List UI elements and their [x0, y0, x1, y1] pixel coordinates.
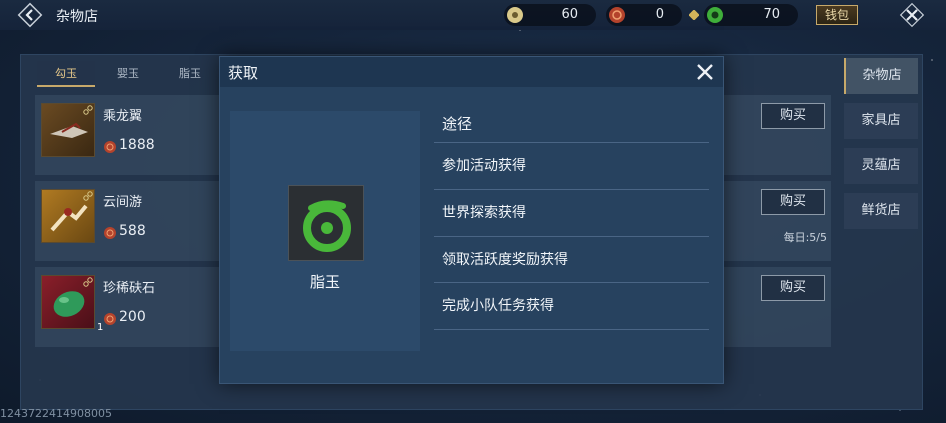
item-preview: 脂玉: [230, 111, 420, 351]
daily-limit: 每日:5/5: [783, 231, 827, 244]
source-item[interactable]: 领取活跃度奖励获得: [442, 249, 568, 269]
item-price: 200: [119, 309, 146, 325]
zhiyu-item-icon: [288, 185, 364, 261]
page-title: 杂物店: [56, 9, 98, 25]
tab-yingyu[interactable]: 婴玉: [99, 61, 157, 87]
shop-tab-sundries[interactable]: 杂物店: [844, 58, 918, 94]
shop-tab-spirit[interactable]: 灵蕴店: [844, 148, 918, 184]
item-name: 乘龙翼: [103, 109, 143, 124]
currency-value: 60: [561, 7, 578, 22]
link-icon: [83, 105, 93, 115]
link-icon: [83, 277, 93, 287]
modal-title: 获取: [228, 64, 259, 82]
source-item[interactable]: 参加活动获得: [442, 155, 526, 175]
close-icon: [697, 64, 713, 80]
currency-tabs: 勾玉 婴玉 脂玉: [37, 61, 217, 87]
add-currency-icon[interactable]: [689, 10, 699, 20]
green-jade-icon: [303, 200, 351, 252]
divider: [434, 329, 709, 330]
divider: [434, 282, 709, 283]
modal-header: 获取: [220, 57, 723, 87]
back-button[interactable]: [16, 1, 44, 29]
green-jade-icon: [707, 7, 723, 23]
currency-value: 0: [655, 7, 664, 22]
acquire-modal: 获取 脂玉 途径 参加活动获得 世界探索获得 领取活跃度奖励获得 完成小队任务获…: [219, 56, 724, 384]
currency-jade-coin: 60: [504, 4, 596, 26]
user-id: 1243722414908005: [0, 407, 112, 420]
modal-close-button[interactable]: [693, 60, 717, 84]
red-coin-icon: [104, 141, 116, 153]
red-coin-icon: [104, 227, 116, 239]
back-arrow-icon: [17, 2, 43, 28]
top-bar: 杂物店 60 0 70 钱包: [0, 0, 946, 30]
currency-red-coin: 0: [606, 4, 682, 26]
currency-green-jade: 70: [704, 4, 798, 26]
divider: [434, 142, 709, 143]
item-price: 588: [119, 223, 146, 239]
jade-coin-icon: [507, 7, 523, 23]
item-name: 珍稀砆石: [103, 281, 156, 296]
shop-tab-fresh-goods[interactable]: 鲜货店: [844, 193, 918, 229]
preview-item-name: 脂玉: [309, 273, 340, 291]
divider: [434, 189, 709, 190]
tab-zhiyu[interactable]: 脂玉: [161, 61, 219, 87]
item-name: 云间游: [103, 195, 143, 210]
red-coin-icon: [609, 7, 625, 23]
currency-value: 70: [763, 7, 780, 22]
buy-button[interactable]: 购买: [761, 189, 825, 215]
red-coin-icon: [104, 313, 116, 325]
link-icon: [83, 191, 93, 201]
buy-button[interactable]: 购买: [761, 103, 825, 129]
source-item[interactable]: 世界探索获得: [442, 202, 526, 222]
divider: [434, 236, 709, 237]
tab-gouyu[interactable]: 勾玉: [37, 61, 95, 87]
close-shop-button[interactable]: [896, 0, 928, 30]
buy-button[interactable]: 购买: [761, 275, 825, 301]
shop-tab-furniture[interactable]: 家具店: [844, 103, 918, 139]
item-price: 1888: [119, 137, 155, 153]
close-icon: [899, 2, 925, 28]
source-item[interactable]: 完成小队任务获得: [442, 295, 554, 315]
sources-header: 途径: [442, 115, 473, 133]
wallet-button[interactable]: 钱包: [816, 5, 858, 25]
